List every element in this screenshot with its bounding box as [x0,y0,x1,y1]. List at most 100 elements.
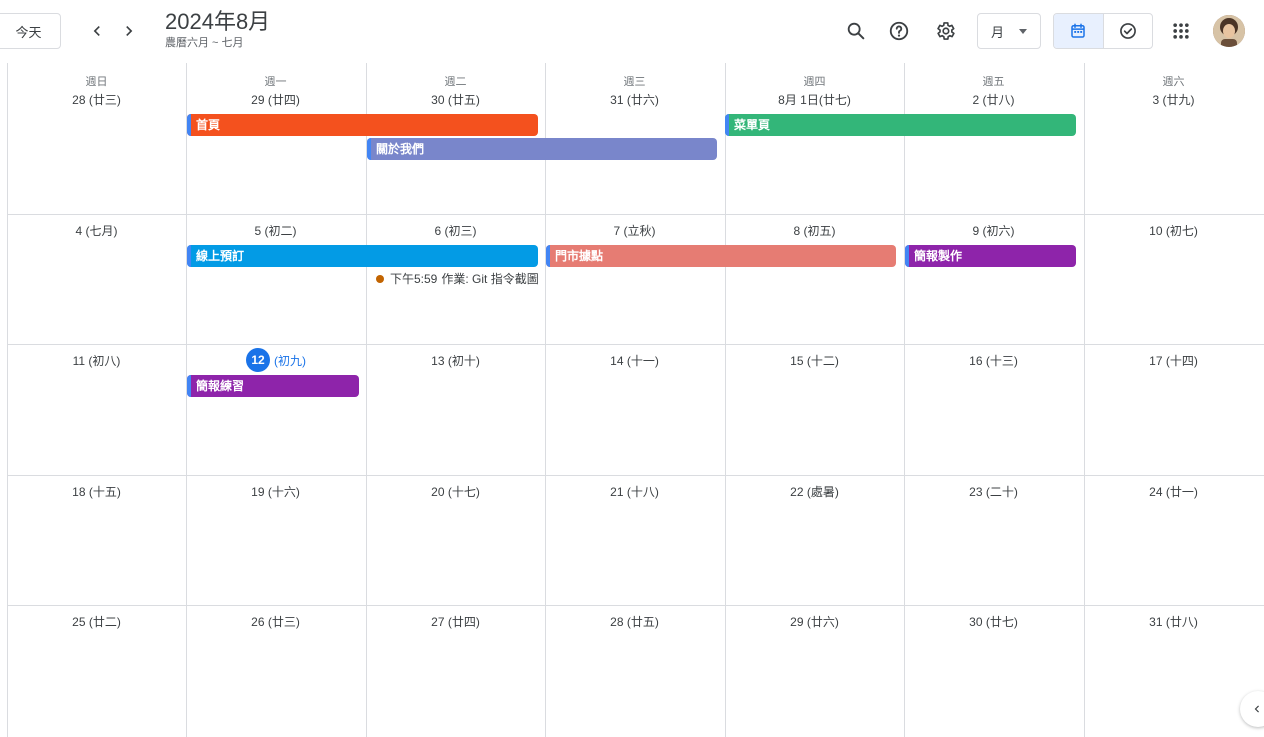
column-divider [545,63,546,737]
weekday-header: 週一 [264,76,287,88]
day-cell-date[interactable]: 7 (立秋) [545,223,724,239]
previous-month-button[interactable] [81,15,113,47]
day-cell-date[interactable]: 20 (十七) [366,484,545,500]
event-title: 門市據點 [555,249,604,263]
event-chip[interactable]: 門市據點 [546,245,896,267]
help-icon [889,21,909,41]
google-apps-button[interactable] [1165,15,1197,47]
top-bar: 今天 2024年8月 農曆六月 ~ 七月 月 [0,0,1264,63]
row-divider [7,475,1264,476]
help-button[interactable] [883,15,915,47]
day-cell-date[interactable]: 25 (廿二) [7,614,186,630]
event-chip[interactable]: 菜單頁 [725,114,1076,136]
month-title-block: 2024年8月 農曆六月 ~ 七月 [165,9,270,50]
today-date-cell[interactable]: 12 (初九) [246,348,306,372]
event-title: 簡報製作 [914,249,963,263]
event-chip[interactable]: 簡報練習 [187,375,359,397]
apps-grid-icon [1173,23,1189,39]
day-cell-date[interactable]: 8月 1日(廿七) [725,92,904,108]
chevron-right-icon [126,26,133,36]
row-divider [7,214,1264,215]
task-check-icon [1120,23,1136,39]
day-cell-date[interactable]: 30 (廿七) [904,614,1083,630]
day-cell-date[interactable]: 10 (初七) [1084,223,1263,239]
weekday-header: 週日 [85,76,108,88]
day-cell-date[interactable]: 13 (初十) [366,353,545,369]
event-title: 簡報練習 [196,379,245,393]
day-cell-date[interactable]: 15 (十二) [725,353,904,369]
account-avatar[interactable] [1213,15,1245,47]
month-grid: 週日 週一 週二 週三 週四 週五 週六 28 (廿三) 29 (廿四) 30 (廿五) 31 (… [0,63,1264,737]
timed-event[interactable]: 下午5:59 作業: Git 指令截圖 [376,270,539,288]
day-cell-date[interactable]: 29 (廿六) [725,614,904,630]
day-cell-date[interactable]: 31 (廿八) [1084,614,1263,630]
settings-button[interactable] [929,15,961,47]
day-cell-date[interactable]: 31 (廿六) [545,92,724,108]
column-divider [1084,63,1085,737]
chevron-left-icon [1254,705,1259,713]
day-cell-date[interactable]: 6 (初三) [366,223,545,239]
column-divider [186,63,187,737]
day-cell-date[interactable]: 28 (廿五) [545,614,724,630]
day-cell-date[interactable]: 24 (廿一) [1084,484,1263,500]
day-cell-date[interactable]: 4 (七月) [7,223,186,239]
event-dot-icon [376,275,384,283]
day-cell-date[interactable]: 18 (十五) [7,484,186,500]
day-cell-date[interactable]: 2 (廿八) [904,92,1083,108]
weekday-header: 週四 [803,76,826,88]
weekday-header: 週五 [982,76,1005,88]
chevron-left-icon [93,26,100,36]
gear-icon [937,22,955,40]
day-cell-date[interactable]: 21 (十八) [545,484,724,500]
event-title: 線上預訂 [196,249,245,263]
day-cell-date[interactable]: 8 (初五) [725,223,904,239]
next-month-button[interactable] [113,15,145,47]
day-cell-date[interactable]: 19 (十六) [186,484,365,500]
weekday-header: 週二 [444,76,467,88]
day-cell-date[interactable]: 28 (廿三) [7,92,186,108]
weekday-header: 週三 [623,76,646,88]
today-lunar-date: (初九) [274,353,306,368]
app-switch-toggle [1053,13,1153,49]
day-cell-date[interactable]: 29 (廿四) [186,92,365,108]
calendar-app: 今天 2024年8月 農曆六月 ~ 七月 月 週日 週一 週二 週三 週四 週五… [0,0,1264,737]
day-cell-date[interactable]: 22 (處暑) [725,484,904,500]
column-divider [725,63,726,737]
row-divider [7,605,1264,606]
event-chip[interactable]: 首頁 [187,114,538,136]
event-title: 菜單頁 [734,118,771,132]
search-icon [847,22,865,40]
search-button[interactable] [840,15,872,47]
row-divider [7,344,1264,345]
view-switcher-dropdown[interactable]: 月 [977,13,1041,49]
today-button[interactable]: 今天 [0,13,61,49]
timed-event-time: 下午5:59 [390,272,438,286]
day-cell-date[interactable]: 26 (廿三) [186,614,365,630]
column-divider [366,63,367,737]
lunar-subtitle: 農曆六月 ~ 七月 [165,37,244,49]
day-cell-date[interactable]: 23 (二十) [904,484,1083,500]
day-cell-date[interactable]: 3 (廿九) [1084,92,1263,108]
day-cell-date[interactable]: 16 (十三) [904,353,1083,369]
day-cell-date[interactable]: 5 (初二) [186,223,365,239]
column-divider [904,63,905,737]
column-divider [7,63,8,737]
day-cell-date[interactable]: 27 (廿四) [366,614,545,630]
calendar-view-toggle[interactable] [1054,14,1103,48]
event-title: 關於我們 [376,142,425,156]
weekday-header: 週六 [1162,76,1185,88]
avatar-photo-icon [1213,15,1245,47]
tasks-view-toggle[interactable] [1102,14,1152,48]
day-cell-date[interactable]: 9 (初六) [904,223,1083,239]
event-title: 首頁 [196,118,221,132]
event-chip[interactable]: 關於我們 [367,138,717,160]
today-day-number: 12 [246,348,270,372]
day-cell-date[interactable]: 30 (廿五) [366,92,545,108]
day-cell-date[interactable]: 11 (初八) [7,353,186,369]
day-cell-date[interactable]: 14 (十一) [545,353,724,369]
event-chip[interactable]: 簡報製作 [905,245,1076,267]
calendar-icon [1071,23,1086,38]
event-chip[interactable]: 線上預訂 [187,245,538,267]
day-cell-date[interactable]: 17 (十四) [1084,353,1263,369]
caret-down-icon [1019,29,1027,34]
